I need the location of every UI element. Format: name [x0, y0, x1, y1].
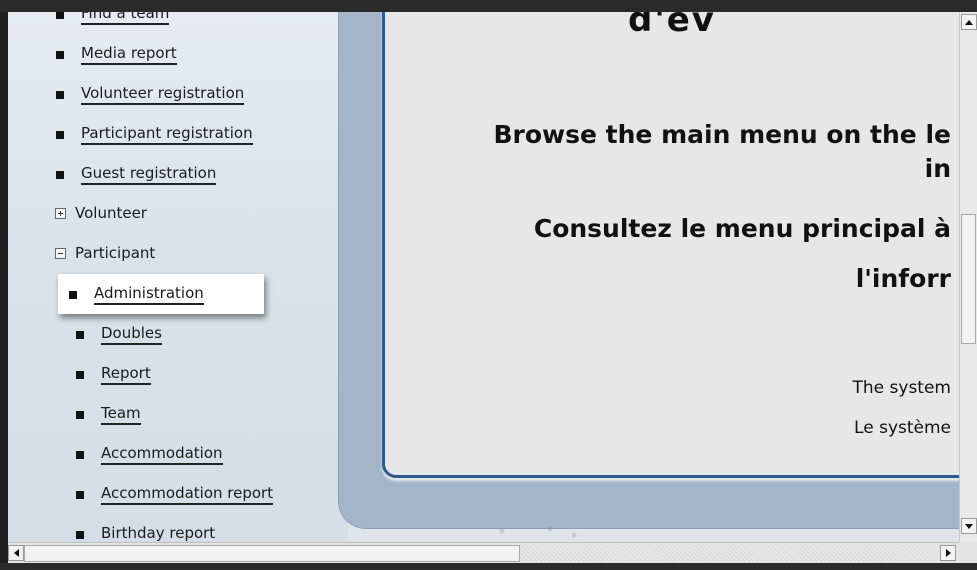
- vertical-scrollbar[interactable]: [959, 12, 977, 542]
- sidebar-link-media-report[interactable]: Media report: [81, 44, 177, 65]
- arrow-right-icon: [945, 549, 951, 557]
- horizontal-scrollbar[interactable]: [8, 542, 959, 564]
- system-note-french: Le système: [854, 418, 951, 438]
- sidebar-link-administration[interactable]: Administration: [94, 284, 204, 305]
- sidebar-item-administration[interactable]: Administration: [69, 284, 204, 305]
- scroll-down-button[interactable]: [961, 518, 977, 534]
- bullet-icon: [76, 330, 84, 339]
- bullet-icon: [76, 370, 84, 379]
- sidebar-link-guest-registration[interactable]: Guest registration: [81, 164, 217, 185]
- sidebar-item-media-report[interactable]: Media report: [56, 44, 177, 65]
- arrow-up-icon: [965, 19, 973, 25]
- bullet-icon: [56, 50, 64, 59]
- sidebar: Find a team Media report Volunteer regis…: [8, 12, 348, 542]
- window-bottom-edge: [0, 563, 977, 570]
- scroll-up-button[interactable]: [961, 14, 977, 30]
- sidebar-item-team[interactable]: Team: [76, 404, 141, 425]
- bullet-icon: [76, 530, 84, 539]
- sidebar-link-doubles[interactable]: Doubles: [101, 324, 162, 345]
- horizontal-scroll-track[interactable]: [520, 545, 940, 562]
- sidebar-link-find-a-team[interactable]: Find a team: [81, 12, 170, 25]
- arrow-down-icon: [965, 523, 973, 529]
- sidebar-item-accommodation-report[interactable]: Accommodation report: [76, 484, 274, 505]
- sidebar-link-accommodation[interactable]: Accommodation: [101, 444, 223, 465]
- bullet-icon: [76, 490, 84, 499]
- instruction-french-line2: l'inforr: [855, 264, 951, 293]
- system-note-english: The system: [852, 378, 951, 398]
- bullet-icon: [76, 450, 84, 459]
- bullet-icon: [69, 290, 77, 299]
- collapse-minus-icon[interactable]: [55, 247, 66, 259]
- sidebar-link-accommodation-report[interactable]: Accommodation report: [101, 484, 274, 505]
- sidebar-item-report[interactable]: Report: [76, 364, 151, 385]
- instruction-english-line2: in: [924, 154, 951, 183]
- sidebar-link-report[interactable]: Report: [101, 364, 151, 385]
- vertical-scroll-thumb[interactable]: [961, 214, 976, 344]
- bullet-icon: [56, 12, 64, 19]
- sidebar-item-doubles[interactable]: Doubles: [76, 324, 162, 345]
- bullet-icon: [56, 170, 64, 179]
- instruction-french-line1: Consultez le menu principal à: [533, 214, 951, 243]
- sidebar-item-accommodation[interactable]: Accommodation: [76, 444, 223, 465]
- background-decoration: [478, 520, 598, 542]
- bullet-icon: [76, 410, 84, 419]
- welcome-card: [382, 12, 959, 478]
- sidebar-link-volunteer-registration[interactable]: Volunteer registration: [81, 84, 245, 105]
- sidebar-item-find-a-team[interactable]: Find a team: [56, 12, 170, 25]
- sidebar-item-volunteer-registration[interactable]: Volunteer registration: [56, 84, 245, 105]
- instruction-english-line1: Browse the main menu on the le: [493, 120, 951, 149]
- page-viewport: Find a team Media report Volunteer regis…: [8, 12, 959, 542]
- welcome-title: d'ev: [628, 12, 716, 40]
- scroll-left-button[interactable]: [8, 545, 24, 561]
- sidebar-folder-label[interactable]: Participant: [75, 244, 155, 262]
- horizontal-scroll-thumb[interactable]: [24, 545, 520, 562]
- bullet-icon: [56, 90, 64, 99]
- sidebar-folder-participant[interactable]: Participant: [55, 244, 155, 262]
- scroll-right-button[interactable]: [940, 545, 956, 561]
- sidebar-item-participant-registration[interactable]: Participant registration: [56, 124, 253, 145]
- sidebar-item-birthday-report[interactable]: Birthday report: [76, 524, 215, 542]
- sidebar-link-team[interactable]: Team: [101, 404, 141, 425]
- browser-window: Find a team Media report Volunteer regis…: [0, 0, 977, 570]
- sidebar-folder-label[interactable]: Volunteer: [75, 204, 147, 222]
- scrollbar-corner: [959, 542, 977, 563]
- arrow-left-icon: [13, 549, 19, 557]
- sidebar-item-guest-registration[interactable]: Guest registration: [56, 164, 217, 185]
- window-top-edge: [0, 0, 977, 12]
- sidebar-folder-volunteer[interactable]: Volunteer: [55, 204, 147, 222]
- expand-plus-icon[interactable]: [55, 207, 66, 219]
- bullet-icon: [56, 130, 64, 139]
- sidebar-link-participant-registration[interactable]: Participant registration: [81, 124, 253, 145]
- sidebar-link-birthday-report[interactable]: Birthday report: [101, 524, 215, 542]
